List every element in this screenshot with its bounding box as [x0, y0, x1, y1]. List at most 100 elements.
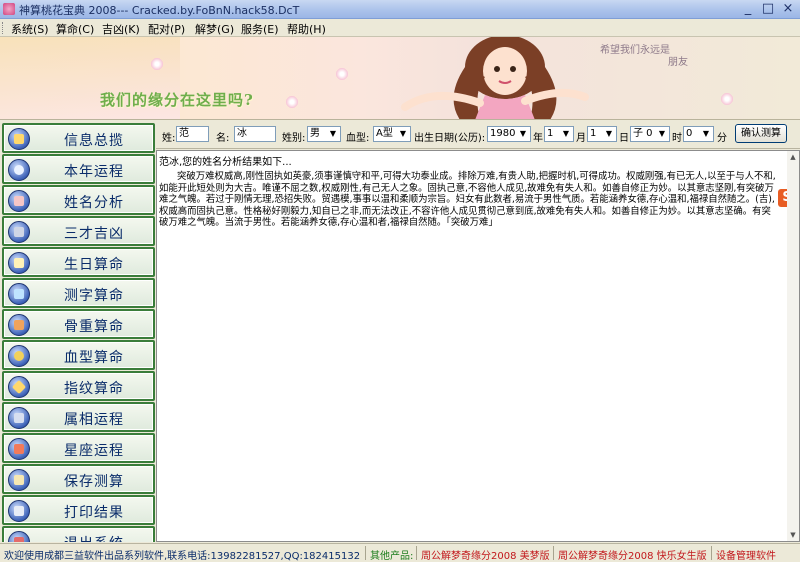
- status-divider: [365, 546, 366, 560]
- sidebar-item-info-overview[interactable]: 信息总揽: [2, 123, 155, 153]
- banner-slogan: 我们的缘分在这里吗?: [100, 91, 254, 109]
- app-icon: [3, 3, 15, 15]
- hour-select[interactable]: 子 0 ▼: [630, 126, 670, 142]
- day-value: 1: [590, 128, 597, 139]
- day-select[interactable]: 1 ▼: [587, 126, 617, 142]
- given-name-input[interactable]: 冰: [234, 126, 276, 142]
- minute-value: 0: [686, 128, 693, 139]
- year-unit: 年: [533, 133, 543, 144]
- sidebar-item-label: 本年运程: [64, 164, 124, 180]
- name-icon: [8, 190, 30, 212]
- sidebar-item-label: 骨重算命: [64, 319, 124, 335]
- flower-icon: [335, 67, 349, 81]
- sidebar-item-label: 生日算命: [64, 257, 124, 273]
- info-icon: [8, 128, 30, 150]
- sidebar-item-save[interactable]: 保存测算: [2, 464, 155, 494]
- sidebar-item-blood-type[interactable]: 血型算命: [2, 340, 155, 370]
- blood-type-select[interactable]: A型 ▼: [373, 126, 411, 142]
- menu-luck[interactable]: 吉凶(K): [102, 21, 140, 37]
- flower-icon: [285, 95, 299, 109]
- banner-wish-line2: 朋友: [668, 57, 688, 68]
- bone-weight-icon: [8, 314, 30, 336]
- status-divider: [711, 546, 712, 560]
- input-form: 姓: 范 名: 冰 姓别: 男 ▼ 血型: A型 ▼ 出生日期(公历): 1980 ▼…: [156, 121, 800, 149]
- sidebar-item-print[interactable]: 打印结果: [2, 495, 155, 525]
- sidebar-item-label: 打印结果: [64, 505, 124, 521]
- scroll-up-icon[interactable]: ▲: [787, 151, 799, 163]
- birth-date-label: 出生日期(公历):: [414, 133, 486, 144]
- minute-select[interactable]: 0 ▼: [683, 126, 714, 142]
- zodiac-animal-icon: [8, 407, 30, 429]
- other-products-label: 其他产品:: [370, 551, 414, 562]
- menu-match[interactable]: 配对(P): [148, 21, 185, 37]
- menu-bar: 系统(S) 算命(C) 吉凶(K) 配对(P) 解梦(G) 服务(E) 帮助(H…: [0, 19, 800, 37]
- sidebar-item-name-analysis[interactable]: 姓名分析: [2, 185, 155, 215]
- girl-illustration: [401, 37, 589, 119]
- chevron-down-icon: ▼: [602, 127, 616, 141]
- surname-input[interactable]: 范: [176, 126, 209, 142]
- sidebar-item-label: 退出系统: [64, 533, 124, 542]
- sidebar-item-exit[interactable]: 退出系统: [2, 526, 155, 542]
- hour-unit: 时: [672, 133, 682, 144]
- chevron-down-icon: ▼: [559, 127, 573, 141]
- sidebar-item-label: 测字算命: [64, 288, 124, 304]
- menu-fortune[interactable]: 算命(C): [56, 21, 94, 37]
- exit-icon: [8, 531, 30, 542]
- constellation-icon: [8, 438, 30, 460]
- eye-icon: [8, 159, 30, 181]
- sidebar-item-label: 三才吉凶: [64, 226, 124, 242]
- sidebar-item-character[interactable]: 测字算命: [2, 278, 155, 308]
- vertical-scrollbar[interactable]: ▲ ▼: [787, 151, 799, 541]
- chevron-down-icon: ▼: [655, 127, 669, 141]
- gender-select[interactable]: 男 ▼: [307, 126, 341, 142]
- menu-system[interactable]: 系统(S): [11, 21, 49, 37]
- menu-dream[interactable]: 解梦(G): [195, 21, 234, 37]
- result-textarea[interactable]: 范冰,您的姓名分析结果如下... 突破万难权威高,刚性固执如英豪,须事谨慎守和平…: [156, 150, 800, 542]
- close-button[interactable]: ×: [779, 1, 797, 17]
- sidebar-item-zodiac-animal[interactable]: 属相运程: [2, 402, 155, 432]
- title-bar[interactable]: 神算桃花宝典 2008--- Cracked.by.FoBnN.hack58.D…: [0, 0, 800, 19]
- blood-type-icon: [8, 345, 30, 367]
- three-talents-icon: [8, 221, 30, 243]
- month-select[interactable]: 1 ▼: [544, 126, 574, 142]
- banner-wish-line1: 希望我们永远是: [600, 45, 670, 56]
- save-icon: [8, 469, 30, 491]
- sidebar-item-constellation[interactable]: 星座运程: [2, 433, 155, 463]
- character-icon: [8, 283, 30, 305]
- print-icon: [8, 500, 30, 522]
- status-divider: [416, 546, 417, 560]
- sidebar-item-year-fortune[interactable]: 本年运程: [2, 154, 155, 184]
- menu-service[interactable]: 服务(E): [241, 21, 279, 37]
- gender-value: 男: [310, 128, 320, 139]
- welcome-text: 欢迎使用成都三益软件出品系列软件,联系电话:13982281527,QQ:182…: [4, 551, 361, 562]
- menu-help[interactable]: 帮助(H): [287, 21, 326, 37]
- result-heading: 范冰,您的姓名分析结果如下...: [159, 157, 292, 168]
- month-unit: 月: [576, 133, 586, 144]
- product-link-3[interactable]: 设备管理软件: [716, 547, 776, 562]
- blood-type-label: 血型:: [346, 133, 370, 144]
- sidebar: 信息总揽 本年运程 姓名分析 三才吉凶 生日算命 测字算命 骨重算命 血型算命: [2, 121, 155, 542]
- sidebar-item-label: 血型算命: [64, 350, 124, 366]
- minimize-button[interactable]: _: [739, 1, 757, 17]
- maximize-button[interactable]: □: [759, 1, 777, 17]
- header-banner: 我们的缘分在这里吗? 希望我们永远是 朋友: [0, 37, 800, 120]
- chevron-down-icon: ▼: [516, 127, 530, 141]
- sidebar-item-label: 指纹算命: [64, 381, 124, 397]
- sidebar-item-fingerprint[interactable]: 指纹算命: [2, 371, 155, 401]
- sidebar-item-label: 姓名分析: [64, 195, 124, 211]
- chevron-down-icon: ▼: [396, 127, 410, 141]
- sidebar-item-bone-weight[interactable]: 骨重算命: [2, 309, 155, 339]
- status-divider: [553, 546, 554, 560]
- menu-grip: [2, 22, 5, 34]
- year-select[interactable]: 1980 ▼: [487, 126, 531, 142]
- confirm-button[interactable]: 确认测算: [735, 124, 787, 143]
- sidebar-item-three-talents[interactable]: 三才吉凶: [2, 216, 155, 246]
- scroll-down-icon[interactable]: ▼: [787, 529, 799, 541]
- sidebar-item-label: 属相运程: [64, 412, 124, 428]
- surname-label: 姓:: [162, 133, 176, 144]
- sidebar-item-birthday[interactable]: 生日算命: [2, 247, 155, 277]
- status-bar: 欢迎使用成都三益软件出品系列软件,联系电话:13982281527,QQ:182…: [0, 543, 800, 562]
- product-link-2[interactable]: 周公解梦奇缘分2008 快乐女生版: [558, 547, 707, 562]
- chevron-down-icon: ▼: [326, 127, 340, 141]
- product-link-1[interactable]: 周公解梦奇缘分2008 美梦版: [421, 547, 550, 562]
